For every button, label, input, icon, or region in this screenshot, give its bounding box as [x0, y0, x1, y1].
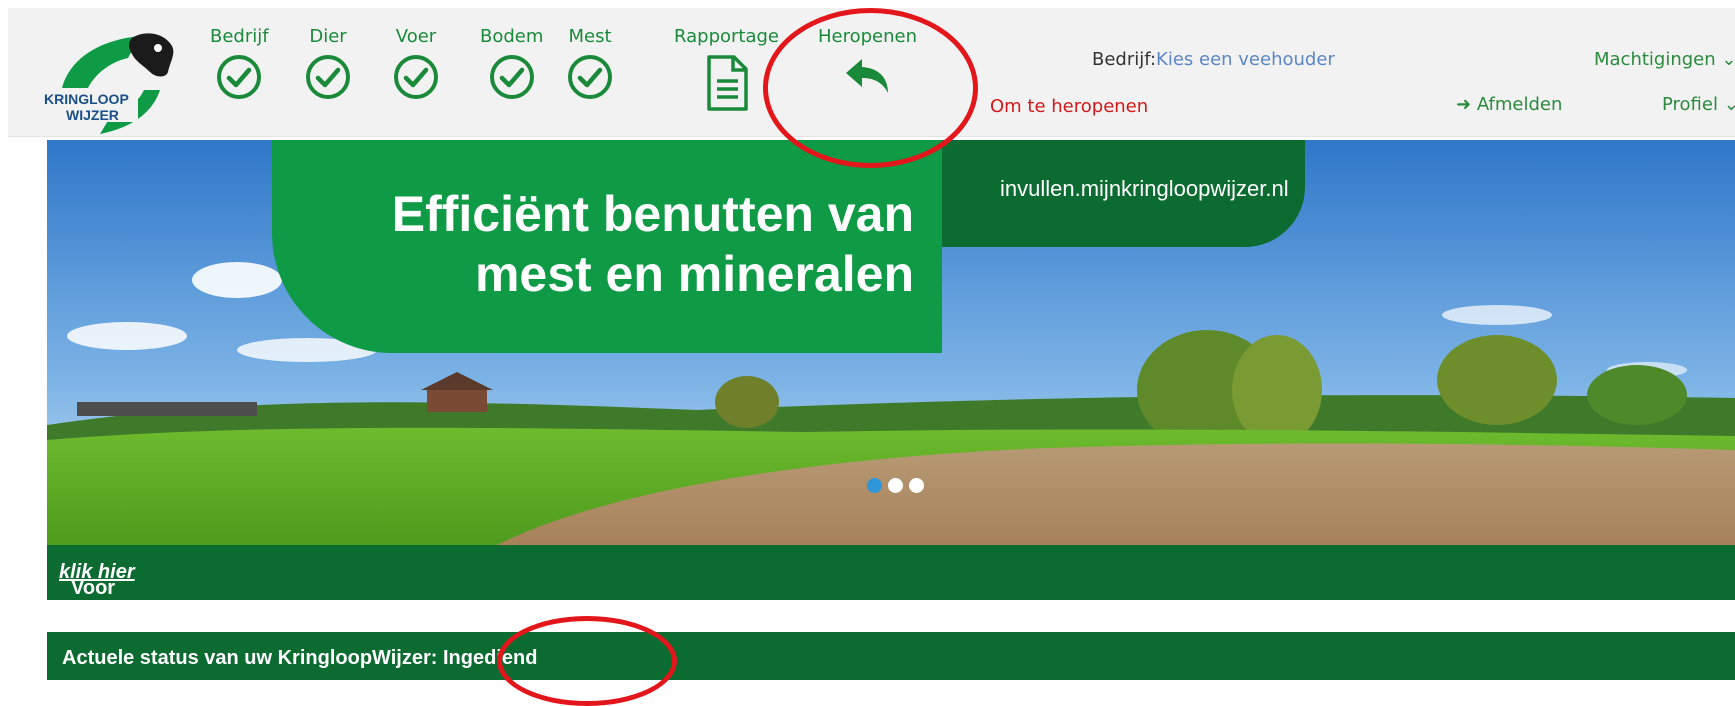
annotation-circle: [497, 616, 677, 706]
step-bedrijf[interactable]: Bedrijf: [210, 26, 269, 101]
svg-text:KRINGLOOP: KRINGLOOP: [44, 91, 129, 107]
reopen-note: Om te heropenen: [990, 96, 1149, 117]
hero-headline-line1: Efficiënt benutten van: [391, 186, 914, 242]
check-circle-icon: [306, 55, 350, 99]
hero-headline-panel: Efficiënt benutten van mest en mineralen: [272, 140, 942, 353]
step-voer[interactable]: Voer: [392, 26, 440, 101]
check-circle-icon: [217, 55, 262, 99]
check-circle-icon: [568, 55, 612, 99]
company-select-link[interactable]: Kies een veehouder: [1156, 49, 1335, 70]
permissions-label: Machtigingen: [1594, 49, 1716, 70]
chevron-down-icon: ⌄: [1721, 49, 1735, 70]
logout-label: Afmelden: [1476, 94, 1563, 115]
kringloopwijzer-logo[interactable]: KRINGLOOP WIJZER: [40, 18, 190, 136]
step-label: Mest: [568, 26, 612, 47]
check-circle-icon: [489, 55, 534, 99]
annotation-circle: [763, 8, 978, 168]
carousel-indicators: [867, 478, 924, 493]
step-label: Rapportage: [674, 26, 779, 47]
step-dier[interactable]: Dier: [304, 26, 352, 101]
hero-url: invullen.mijnkringloopwijzer.nl: [1000, 176, 1289, 201]
step-label: Voer: [395, 26, 437, 47]
step-label: Dier: [309, 26, 347, 47]
chevron-down-icon: ⌄: [1723, 94, 1735, 115]
company-selector: Bedrijf:Kies een veehouder: [1092, 49, 1335, 70]
hero-headline-line2: mest en mineralen: [474, 246, 914, 302]
svg-text:WIJZER: WIJZER: [66, 107, 119, 123]
check-circle-icon: [394, 55, 438, 99]
step-bodem[interactable]: Bodem: [480, 26, 543, 101]
logout-icon: ➜: [1456, 94, 1472, 115]
company-label: Bedrijf:: [1092, 49, 1157, 70]
hero-url-panel: invullen.mijnkringloopwijzer.nl: [942, 140, 1305, 247]
carousel-dot[interactable]: [909, 478, 924, 493]
hero-carousel: Efficiënt benutten van mest en mineralen…: [47, 140, 1735, 545]
step-label: Bedrijf: [210, 26, 269, 47]
carousel-dot[interactable]: [888, 478, 903, 493]
profile-label: Profiel: [1662, 94, 1718, 115]
step-mest[interactable]: Mest: [566, 26, 614, 101]
profile-menu[interactable]: Profiel ⌄: [1662, 94, 1735, 115]
permissions-menu[interactable]: Machtigingen ⌄: [1594, 49, 1735, 70]
status-label: Actuele status van uw KringloopWijzer:: [62, 647, 443, 669]
carousel-dot[interactable]: [867, 478, 882, 493]
logout-link[interactable]: ➜ Afmelden: [1456, 94, 1562, 115]
document-icon: [706, 55, 748, 111]
step-label: Bodem: [480, 26, 544, 47]
status-bar: Actuele status van uw KringloopWijzer: I…: [47, 632, 1735, 680]
notice-bar: Voor actuele meldingen klik hier: [47, 545, 1735, 645]
